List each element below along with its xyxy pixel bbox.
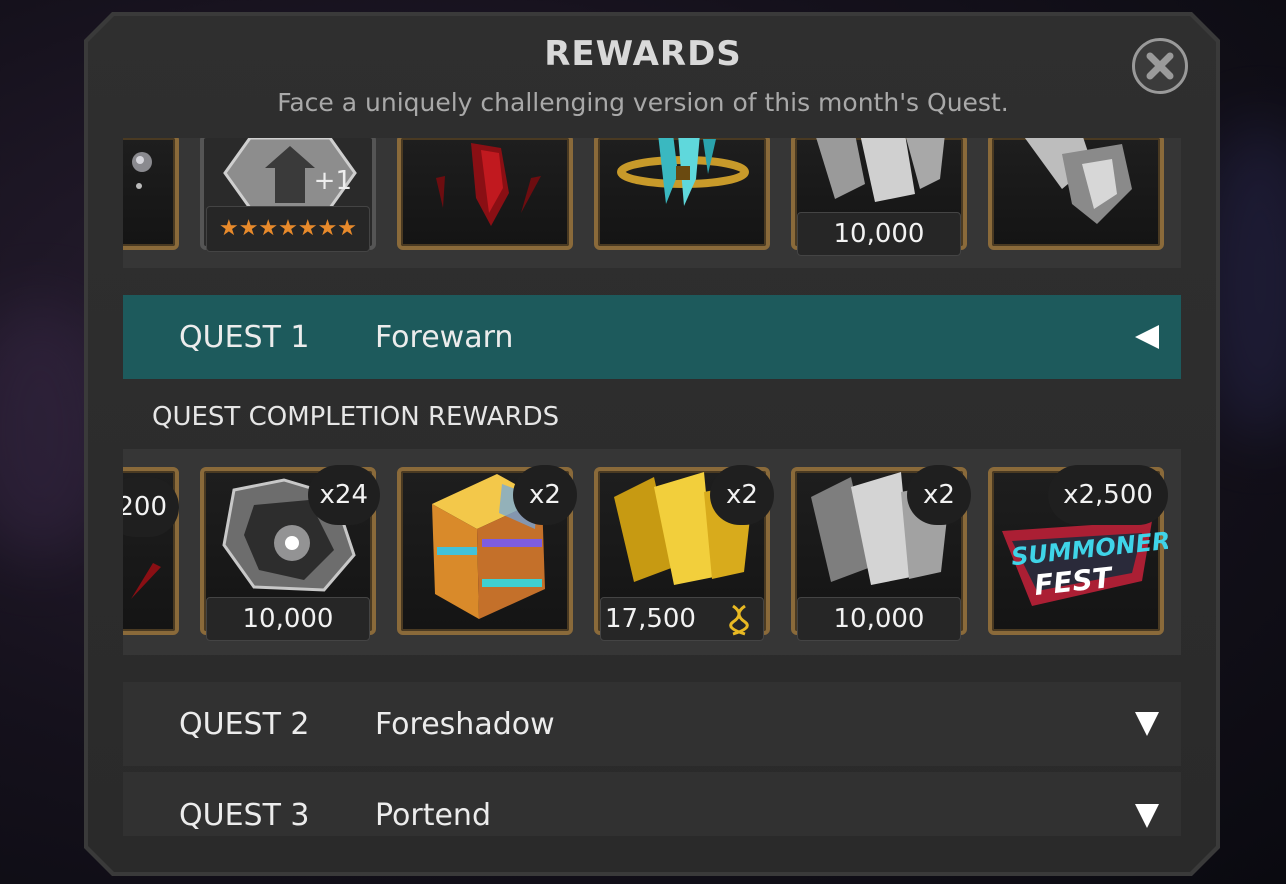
- red-shard-icon: [131, 563, 161, 599]
- quest-name: Portend: [375, 798, 491, 833]
- reward-tile[interactable]: SUMMONERS FEST x2,500: [988, 465, 1168, 635]
- dna-icon: [729, 604, 749, 636]
- reward-tile[interactable]: x2: [397, 465, 577, 635]
- reward-amount: 10,000: [797, 597, 961, 641]
- reward-quantity: x2: [907, 465, 971, 525]
- star-rating: ★★★★★★★: [206, 206, 370, 252]
- reward-tile[interactable]: [988, 138, 1164, 250]
- quest-name: Forewarn: [375, 319, 514, 355]
- reward-tile[interactable]: [123, 138, 179, 250]
- silver-ore-icon: [1024, 138, 1132, 224]
- reward-quantity: 200: [123, 477, 179, 537]
- close-icon: [1146, 52, 1174, 80]
- quest-3-header[interactable]: QUEST 3 Portend: [123, 772, 1181, 836]
- quest-number: QUEST 1: [179, 319, 310, 355]
- reward-amount: 10,000: [797, 212, 961, 256]
- orb-icon: [132, 152, 152, 189]
- red-crystal-shards-icon: [436, 143, 541, 226]
- summoners-fest-icon: SUMMONERS FEST: [1002, 521, 1168, 606]
- reward-tile[interactable]: [594, 138, 770, 250]
- expand-arrow-icon: [1135, 712, 1159, 736]
- reward-tile[interactable]: x2 10,000: [791, 465, 971, 641]
- reward-quantity: x2: [513, 465, 577, 525]
- cyan-crystal-crown-icon: [617, 138, 749, 206]
- collapse-arrow-icon: [1135, 325, 1159, 349]
- reward-tile[interactable]: x24 10,000: [200, 465, 380, 641]
- reward-tile[interactable]: 200: [123, 467, 179, 635]
- completion-rewards-strip[interactable]: 200 x24 10,000 x2 x2 17,500 x2 10,000 SU…: [123, 449, 1181, 655]
- reward-quantity: x2,500: [1048, 465, 1168, 525]
- svg-text:FEST: FEST: [1033, 561, 1115, 602]
- silver-shards-icon: [816, 138, 945, 202]
- reward-amount: 17,500: [600, 597, 764, 641]
- expand-arrow-icon: [1135, 804, 1159, 828]
- top-rewards-strip[interactable]: +1 ★★★★★★★ 10,000: [123, 138, 1181, 268]
- quest-2-header[interactable]: QUEST 2 Foreshadow: [123, 682, 1181, 766]
- reward-quantity: x2: [710, 465, 774, 525]
- dialog-subtitle: Face a uniquely challenging version of t…: [277, 88, 1009, 117]
- quest-name: Foreshadow: [375, 706, 555, 742]
- reward-quantity: x24: [307, 465, 380, 525]
- rank-badge: +1: [313, 166, 352, 196]
- close-button[interactable]: [1132, 38, 1188, 94]
- reward-tile[interactable]: x2 17,500: [594, 465, 774, 641]
- quest-1-header[interactable]: QUEST 1 Forewarn: [123, 295, 1181, 379]
- quest-number: QUEST 3: [179, 798, 310, 833]
- reward-tile[interactable]: 10,000: [791, 138, 967, 256]
- reward-amount: 10,000: [206, 597, 370, 641]
- completion-rewards-label: QUEST COMPLETION REWARDS: [152, 402, 560, 432]
- dialog-title: REWARDS: [544, 34, 742, 74]
- reward-tile[interactable]: +1 ★★★★★★★: [200, 138, 376, 252]
- quest-number: QUEST 2: [179, 706, 310, 742]
- reward-tile[interactable]: [397, 138, 573, 250]
